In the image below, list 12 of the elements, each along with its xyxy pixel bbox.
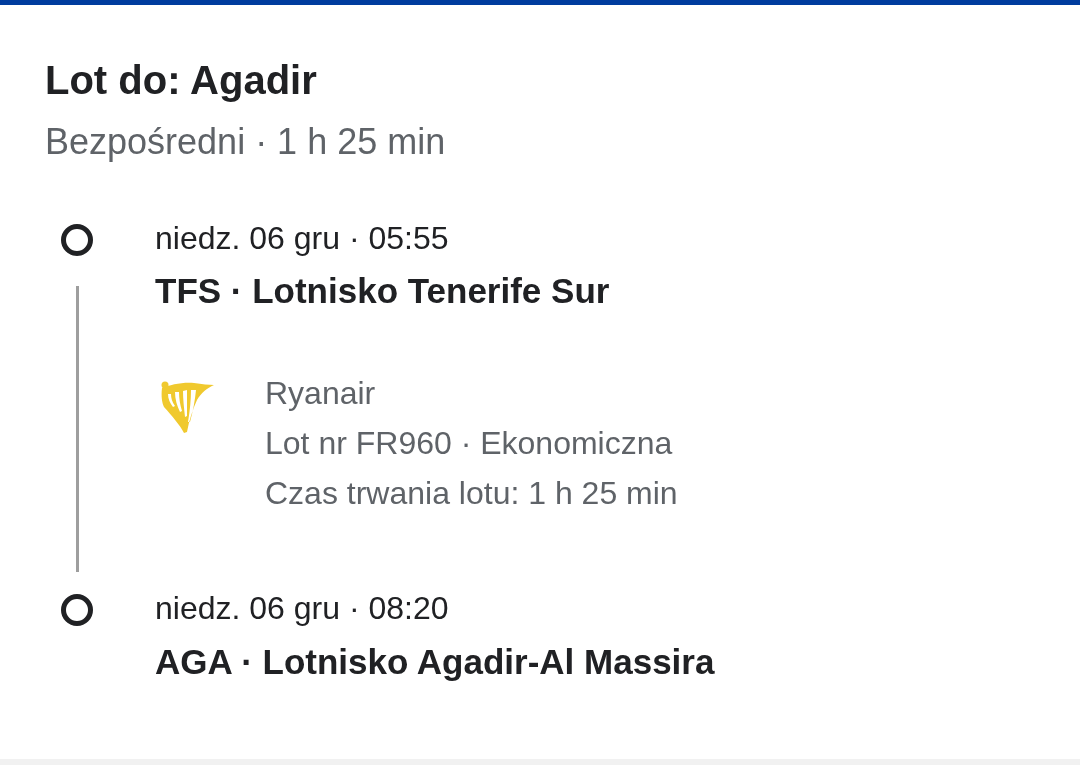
- flight-title: Lot do: Agadir: [45, 58, 317, 102]
- stop-date-time: niedz. 06 gru · 05:55: [155, 220, 449, 256]
- flight-detail: Czas trwania lotu: 1 h 25 min: [265, 474, 678, 513]
- airport-name: AGA · Lotnisko Agadir-Al Massira: [155, 642, 715, 682]
- timeline-stop-icon: [61, 224, 93, 256]
- airport-name: TFS · Lotnisko Tenerife Sur: [155, 271, 610, 311]
- timeline-stop-icon: [61, 594, 93, 626]
- airline-name: Ryanair: [265, 374, 376, 413]
- flight-detail: Lot nr FR960 · Ekonomiczna: [265, 424, 673, 463]
- flight-summary: Bezpośredni · 1 h 25 min: [45, 122, 446, 162]
- stop-date-time: niedz. 06 gru · 08:20: [155, 590, 449, 626]
- harp-logo-icon: [160, 380, 215, 435]
